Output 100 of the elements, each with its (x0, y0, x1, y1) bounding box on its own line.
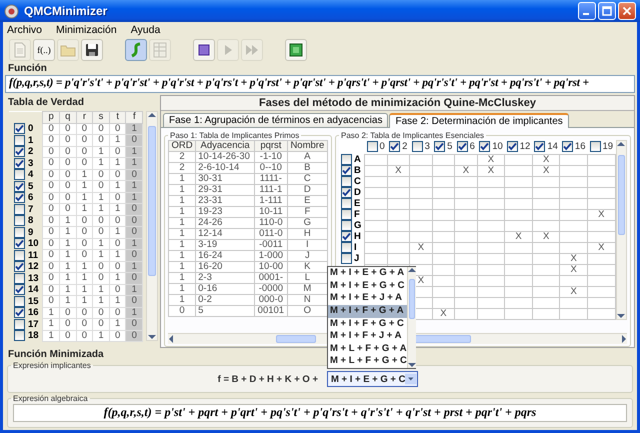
table-cell: 0 (42, 226, 60, 238)
checkbox[interactable] (506, 141, 518, 152)
checkbox[interactable] (14, 169, 25, 180)
table-cell: 0 (59, 180, 76, 192)
dropdown-option[interactable]: M + I + F + J + A (328, 330, 407, 343)
checkbox[interactable] (341, 231, 352, 242)
vertical-scrollbar[interactable] (616, 140, 627, 320)
checkbox[interactable] (341, 198, 352, 210)
checkbox[interactable] (14, 330, 25, 342)
table-cell: 1 (168, 184, 196, 196)
down-arrow-icon[interactable] (617, 314, 626, 319)
horizontal-scrollbar[interactable] (168, 333, 328, 344)
toolbar-button[interactable]: f(..) (33, 38, 55, 60)
left-arrow-icon[interactable] (168, 335, 173, 343)
toolbar-button[interactable] (81, 38, 103, 60)
checkbox[interactable] (590, 141, 600, 152)
table-cell: 0 (76, 318, 93, 330)
tab[interactable]: Fase 1: Agrupación de términos en adyacencias (163, 113, 388, 127)
table-cell: X (532, 165, 560, 176)
checkbox[interactable] (479, 141, 490, 152)
dropdown-option[interactable]: M + I + E + G + C (328, 280, 407, 292)
maximize-icon (602, 6, 612, 16)
table-cell: 0 (59, 146, 76, 158)
close-button[interactable] (618, 2, 636, 20)
row-label: A (354, 154, 361, 166)
checkbox[interactable] (341, 176, 352, 188)
table-cell: 0 (42, 180, 60, 192)
function-field[interactable]: f(p,q,r,s,t) = p'q'r's't' + p'q'r'st' + p'q'r'st + p'q'rs't + p'q'rst' + p'qr'st' + p'qrs't' + p'qrst' + pq'r's't' + pq'r'st + pq'rs't' + pq'rst + (5, 75, 635, 93)
checkbox[interactable] (341, 165, 352, 176)
checkbox[interactable] (14, 318, 25, 330)
checkbox[interactable] (14, 204, 25, 215)
toolbar-button[interactable] (193, 38, 215, 60)
maximize-button[interactable] (598, 2, 616, 20)
up-arrow-icon[interactable] (617, 141, 626, 146)
checkbox[interactable] (14, 123, 25, 134)
up-arrow-icon[interactable] (408, 267, 416, 272)
dropdown-option[interactable]: M + I + E + J + A (328, 292, 407, 306)
up-arrow-icon[interactable] (148, 112, 156, 117)
checkbox[interactable] (389, 141, 400, 152)
checkbox[interactable] (14, 146, 25, 158)
table-cell: 1 (76, 261, 93, 272)
checkbox[interactable] (14, 158, 25, 169)
down-arrow-icon[interactable] (148, 335, 156, 340)
tab[interactable]: Fase 2: Determinación de implicantes (389, 113, 569, 128)
checkbox[interactable] (341, 187, 352, 198)
checkbox[interactable] (14, 226, 25, 238)
checkbox[interactable] (412, 141, 423, 152)
dropdown-option[interactable]: M + L + F + G + C (328, 355, 407, 368)
table-cell: 1 (59, 284, 76, 296)
table-cell: 0 (76, 226, 93, 238)
right-arrow-icon[interactable] (622, 335, 627, 343)
checkbox[interactable] (341, 220, 352, 232)
checkbox[interactable] (14, 307, 25, 318)
table-cell: 0 (92, 180, 110, 192)
checkbox[interactable] (562, 141, 573, 152)
table-cell: 1 (168, 206, 196, 218)
checkbox[interactable] (341, 253, 352, 264)
dropdown[interactable]: M + I + E + G + C (327, 371, 418, 387)
column-number: 3 (424, 141, 430, 152)
checkbox[interactable] (14, 261, 25, 272)
checkbox[interactable] (14, 272, 25, 284)
dropdown-option[interactable]: M + L + F + G + A (328, 342, 407, 356)
toolbar-button[interactable] (285, 38, 307, 60)
checkbox[interactable] (534, 141, 546, 152)
table-cell: X (560, 264, 588, 276)
checkbox[interactable] (14, 284, 25, 296)
row-number: 1 (28, 134, 34, 146)
checkbox[interactable] (434, 141, 446, 152)
checkbox[interactable] (14, 180, 25, 192)
vertical-scrollbar[interactable] (406, 267, 416, 368)
checkbox[interactable] (14, 250, 25, 261)
window-title: QMCMinimizer (24, 4, 108, 18)
table-cell: 1 (42, 318, 60, 330)
dropdown-option[interactable]: M + I + F + G + C (328, 318, 407, 330)
table-cell: 1 (92, 158, 110, 169)
checkbox[interactable] (14, 238, 25, 250)
group-title: Paso 2: Tabla de Implicantes Esenciales (340, 131, 486, 140)
vertical-scrollbar[interactable] (146, 111, 158, 341)
checkbox[interactable] (341, 154, 352, 165)
table-cell: 16-20 (196, 262, 255, 272)
dropdown-option[interactable]: M + I + E + G + A (328, 267, 407, 280)
column-header: q (59, 112, 76, 123)
checkbox[interactable] (456, 141, 468, 152)
checkbox[interactable] (341, 242, 352, 254)
row-number: 14 (28, 284, 39, 296)
row-number: 0 (28, 123, 34, 134)
checkbox[interactable] (14, 215, 25, 226)
checkbox[interactable] (366, 141, 378, 152)
checkbox[interactable] (14, 192, 25, 204)
table-cell: 2 (168, 162, 196, 174)
table-cell: 12-14 (196, 228, 255, 240)
checkbox[interactable] (341, 209, 352, 220)
menu-item[interactable]: Ayuda (130, 24, 160, 36)
dropdown-option[interactable]: M + I + F + G + A (328, 305, 407, 318)
minimize-button[interactable] (578, 2, 596, 20)
down-arrow-icon[interactable] (408, 363, 416, 368)
menu-item[interactable]: Archivo (7, 24, 42, 36)
checkbox[interactable] (14, 296, 25, 307)
checkbox[interactable] (14, 134, 25, 146)
menu-item[interactable]: Minimización (56, 24, 117, 36)
